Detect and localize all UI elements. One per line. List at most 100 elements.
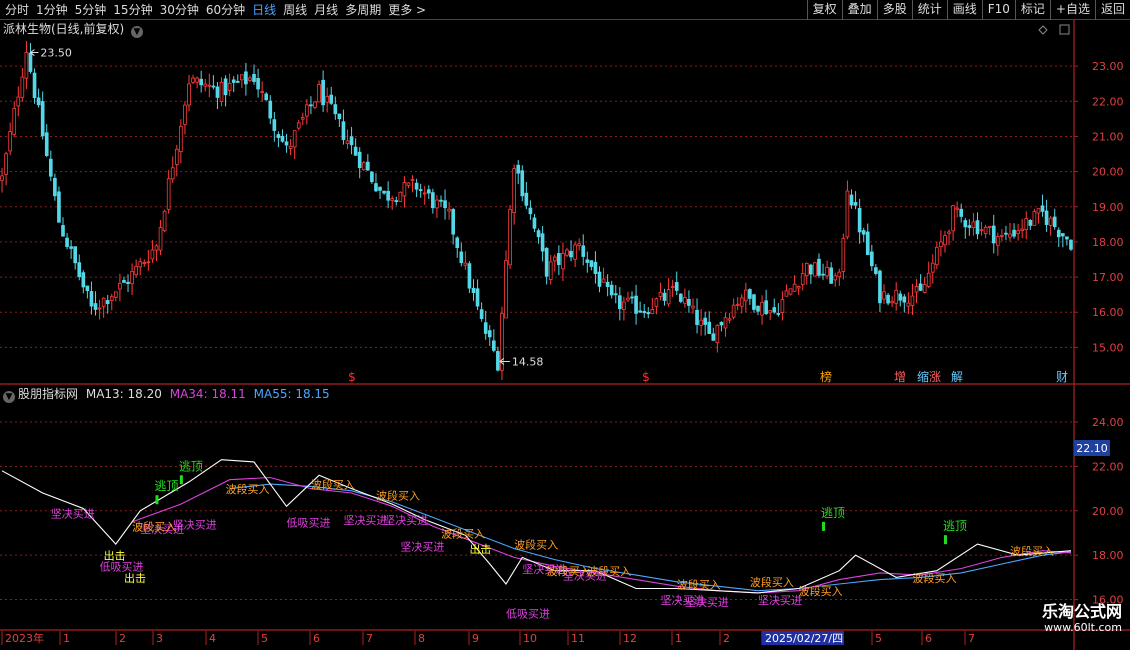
- window-icon[interactable]: [1059, 24, 1070, 35]
- candle-body: [73, 246, 78, 264]
- indicator-tick-label: 18.00: [1092, 549, 1124, 562]
- candle-body: [179, 125, 183, 152]
- current-value-label: 22.10: [1076, 442, 1108, 455]
- candle-body: [248, 77, 252, 81]
- candle-body: [223, 78, 228, 96]
- candle-body: [459, 251, 464, 264]
- candle-body: [142, 262, 147, 264]
- candle-body: [130, 271, 134, 285]
- candle-body: [101, 297, 106, 307]
- candle-body: [479, 309, 484, 319]
- candle-body: [97, 307, 102, 310]
- signal-top-bar: [822, 521, 826, 531]
- candle-body: [276, 134, 281, 138]
- candle-body: [410, 179, 415, 181]
- candle-body: [658, 291, 663, 297]
- candle-body: [918, 283, 923, 291]
- candle-body: [809, 264, 813, 275]
- price-tick-label: 23.00: [1092, 60, 1124, 73]
- low-price-label: 14.58: [512, 355, 544, 368]
- time-label: 9: [472, 632, 479, 645]
- signal-top-label: 逃顶: [821, 506, 845, 520]
- time-label: 5: [261, 632, 268, 645]
- candle-body: [735, 303, 740, 306]
- candle-body: [609, 284, 614, 296]
- candle-body: [4, 153, 8, 175]
- candle-body: [353, 146, 358, 156]
- candle-body: [987, 226, 992, 228]
- time-label: 1: [63, 632, 70, 645]
- diamond-icon[interactable]: [1038, 25, 1048, 35]
- candle-body: [471, 287, 476, 293]
- candle-body: [715, 325, 720, 344]
- candle-body: [1044, 210, 1049, 225]
- candle-body: [0, 175, 4, 181]
- candle-body: [431, 192, 435, 209]
- candle-body: [890, 300, 894, 304]
- candle-body: [878, 270, 882, 304]
- candle-body: [329, 94, 334, 104]
- time-label: 6: [313, 632, 320, 645]
- candle-body: [1048, 217, 1053, 226]
- candle-body: [1052, 216, 1057, 228]
- candle-body: [601, 278, 606, 283]
- candle-body: [975, 220, 980, 235]
- candle-body: [203, 83, 208, 87]
- candle-body: [573, 244, 577, 260]
- candle-body: [138, 261, 143, 268]
- candle-body: [398, 191, 403, 202]
- signal-segment-label: 波段买入: [311, 478, 355, 492]
- candle-body: [882, 291, 886, 300]
- candle-body: [93, 303, 98, 310]
- candle-body: [1020, 228, 1025, 231]
- candle-body: [1000, 235, 1004, 237]
- candle-body: [914, 285, 919, 293]
- signal-decisive-label: 坚决买进: [384, 514, 428, 527]
- indicator-tick-label: 24.00: [1092, 416, 1124, 429]
- candle-body: [28, 52, 33, 72]
- signal-segment-label: 波段买入: [677, 577, 721, 591]
- candle-body: [1069, 239, 1073, 250]
- candle-body: [947, 231, 951, 234]
- candle-body: [699, 319, 703, 326]
- candle-body: [707, 321, 712, 335]
- candle-body: [183, 104, 187, 125]
- candle-body: [756, 305, 760, 312]
- candle-body: [85, 285, 90, 291]
- signal-decisive-label: 坚决买进: [685, 596, 729, 609]
- candle-body: [731, 304, 736, 318]
- candle-body: [630, 296, 634, 299]
- candle-body: [1065, 236, 1069, 240]
- candle-body: [772, 307, 777, 313]
- candle-body: [764, 300, 768, 315]
- signal-segment-label: 波段买入: [1010, 544, 1054, 558]
- candle-body: [378, 186, 382, 191]
- time-label: 7: [968, 632, 975, 645]
- candle-body: [447, 208, 451, 212]
- time-label: 8: [418, 632, 425, 645]
- signal-top-label: 逃顶: [179, 459, 203, 473]
- candle-body: [12, 108, 17, 135]
- stock-chart[interactable]: 23.00 22.00 21.00 20.00 19.00 18.00 17.00 16.00…: [0, 0, 1130, 650]
- candle-body: [435, 199, 439, 209]
- candle-body: [300, 117, 305, 120]
- candle-body: [272, 119, 277, 131]
- candle-body: [963, 220, 968, 228]
- signal-top-label: 逃顶: [154, 479, 178, 493]
- candle-body: [170, 167, 175, 180]
- signal-decisive-label: 坚决买进: [51, 507, 95, 520]
- candle-body: [800, 273, 805, 285]
- candle-body: [207, 84, 212, 87]
- candle-body: [605, 281, 610, 287]
- candle-body: [126, 281, 130, 284]
- signal-absorb-label: 低吸买进: [287, 516, 331, 529]
- candle-body: [622, 301, 626, 310]
- signal-decisive-label: 坚决买进: [173, 519, 217, 532]
- candle-body: [845, 190, 850, 238]
- candle-body: [325, 96, 330, 103]
- candle-body: [1028, 220, 1033, 226]
- candle-body: [219, 81, 224, 102]
- candle-body: [939, 241, 943, 247]
- time-label: 4: [209, 632, 216, 645]
- candle-body: [284, 141, 289, 146]
